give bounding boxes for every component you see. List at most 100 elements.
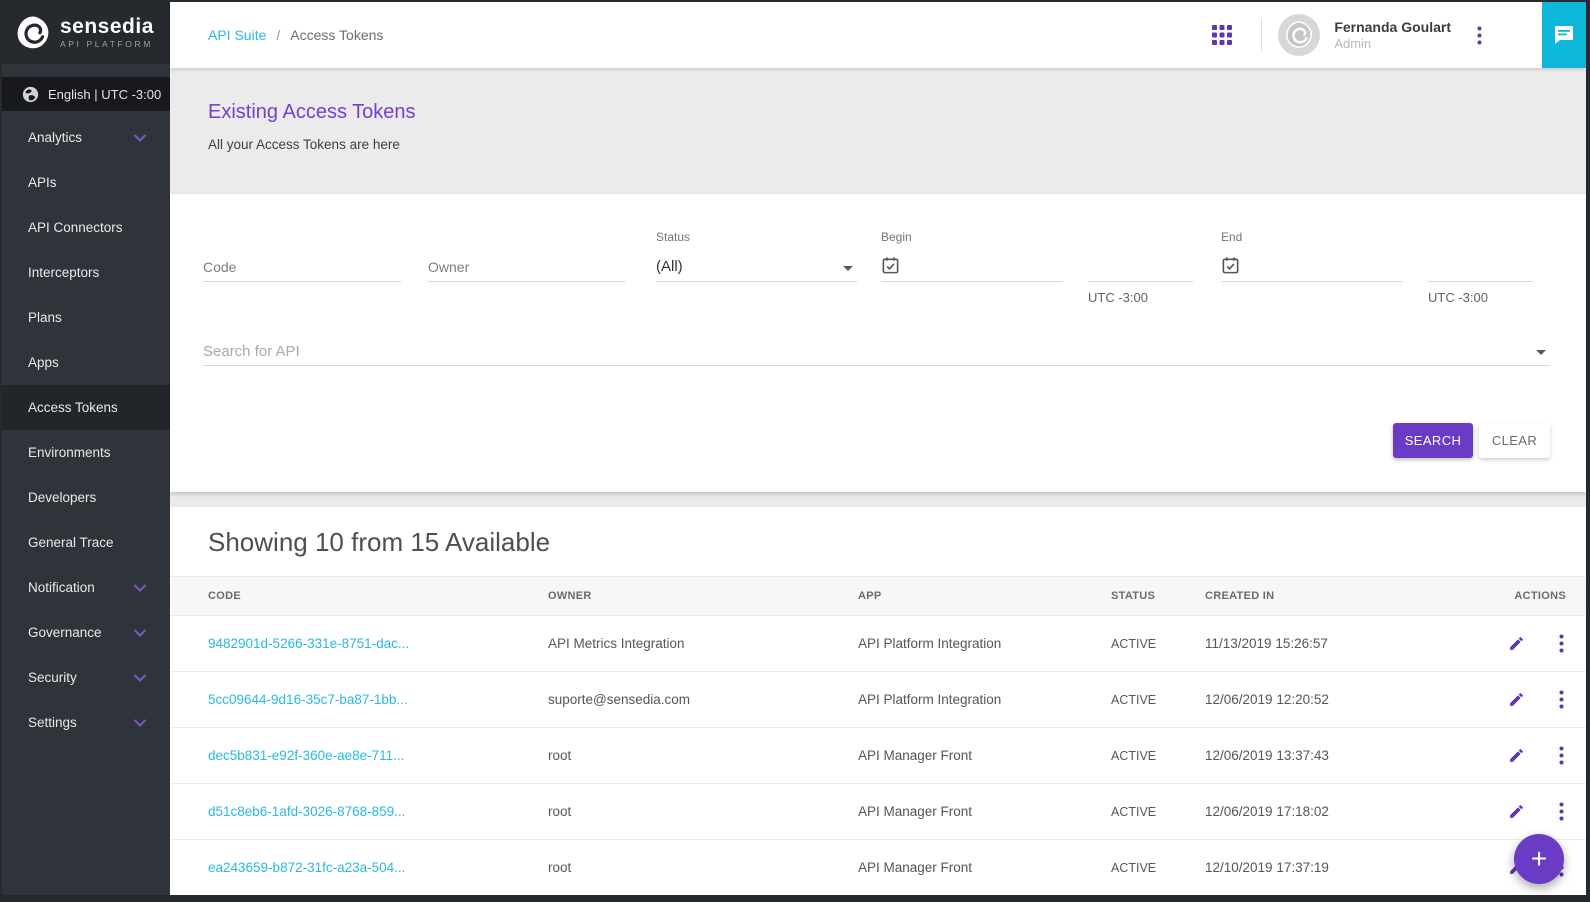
sidebar-item-api-connectors[interactable]: API Connectors	[2, 205, 170, 250]
token-status: ACTIVE	[1111, 861, 1205, 875]
sidebar-item-label: Plans	[28, 310, 62, 325]
row-menu-button[interactable]	[1557, 744, 1566, 767]
token-app: API Manager Front	[858, 804, 1111, 819]
begin-datepicker-button[interactable]	[881, 256, 900, 275]
edit-token-button[interactable]	[1506, 689, 1527, 710]
results-section: Showing 10 from 15 Available CODE OWNER …	[170, 507, 1586, 895]
kebab-menu-icon	[1559, 802, 1564, 821]
table-row: dec5b831-e92f-360e-ae8e-711... root API …	[170, 728, 1586, 784]
avatar[interactable]	[1278, 14, 1320, 56]
avatar-logo-glyph	[1284, 20, 1314, 50]
sidebar-item-label: Security	[28, 670, 77, 685]
token-code-link[interactable]: ea243659-b872-31fc-a23a-504...	[208, 860, 548, 875]
begin-time-input[interactable]	[1088, 259, 1193, 275]
sidebar-item-label: Analytics	[28, 130, 82, 145]
table-row: 9482901d-5266-331e-8751-dac... API Metri…	[170, 616, 1586, 672]
kebab-menu-icon	[1477, 26, 1482, 45]
brand-name: sensedia	[60, 17, 154, 37]
token-code-link[interactable]: 9482901d-5266-331e-8751-dac...	[208, 636, 548, 651]
end-datepicker-button[interactable]	[1221, 256, 1240, 275]
sidebar-item-label: Access Tokens	[28, 400, 118, 415]
sidebar-item-general-trace[interactable]: General Trace	[2, 520, 170, 565]
token-created: 11/13/2019 15:26:57	[1205, 636, 1485, 651]
support-chat-button[interactable]	[1542, 2, 1586, 68]
apps-grid-button[interactable]	[1211, 24, 1233, 46]
status-select[interactable]: (All)	[656, 250, 857, 282]
code-input[interactable]	[203, 259, 401, 275]
sidebar-item-interceptors[interactable]: Interceptors	[2, 250, 170, 295]
breadcrumb-current: Access Tokens	[290, 27, 383, 43]
topbar: API Suite / Access Tokens	[170, 2, 1586, 68]
sidebar-item-analytics[interactable]: Analytics	[2, 115, 170, 160]
results-summary: Showing 10 from 15 Available	[170, 507, 1586, 576]
sidebar-item-apis[interactable]: APIs	[2, 160, 170, 205]
breadcrumb-separator: /	[276, 27, 280, 43]
end-time-field: UTC -3:00	[1428, 230, 1533, 305]
sidebar-item-notification[interactable]: Notification	[2, 565, 170, 610]
sidebar-item-developers[interactable]: Developers	[2, 475, 170, 520]
page-head: Existing Access Tokens All your Access T…	[170, 68, 1586, 194]
search-button[interactable]: SEARCH	[1393, 423, 1473, 458]
end-date-input[interactable]	[1248, 259, 1403, 275]
api-search-input[interactable]	[203, 343, 1550, 359]
sidebar-item-access-tokens[interactable]: Access Tokens	[2, 385, 170, 430]
token-status: ACTIVE	[1111, 805, 1205, 819]
sidebar-item-governance[interactable]: Governance	[2, 610, 170, 655]
sidebar-item-security[interactable]: Security	[2, 655, 170, 700]
edit-token-button[interactable]	[1506, 745, 1527, 766]
token-created: 12/06/2019 17:18:02	[1205, 804, 1485, 819]
chevron-down-icon	[134, 719, 146, 727]
table-row: 5cc09644-9d16-35c7-ba87-1bb... suporte@s…	[170, 672, 1586, 728]
kebab-menu-icon	[1559, 690, 1564, 709]
breadcrumb-api-suite[interactable]: API Suite	[208, 27, 266, 43]
sidebar-item-plans[interactable]: Plans	[2, 295, 170, 340]
pencil-icon	[1508, 803, 1525, 820]
table-body: 9482901d-5266-331e-8751-dac... API Metri…	[170, 616, 1586, 895]
sidebar-item-label: Governance	[28, 625, 102, 640]
sidebar-item-label: Notification	[28, 580, 95, 595]
row-menu-button[interactable]	[1557, 632, 1566, 655]
dropdown-arrow-icon	[843, 266, 853, 271]
topbar-divider	[1261, 18, 1262, 52]
token-owner: root	[548, 748, 858, 763]
token-code-link[interactable]: d51c8eb6-1afd-3026-8768-859...	[208, 804, 548, 819]
edit-token-button[interactable]	[1506, 633, 1527, 654]
row-menu-button[interactable]	[1557, 800, 1566, 823]
begin-date-input[interactable]	[908, 259, 1063, 275]
add-token-button[interactable]: +	[1514, 834, 1564, 884]
page-subtitle: All your Access Tokens are here	[208, 137, 1586, 152]
end-time-input[interactable]	[1428, 259, 1533, 275]
main-area: API Suite / Access Tokens	[170, 2, 1586, 895]
brand-logo[interactable]: sensedia API PLATFORM	[2, 2, 170, 64]
chevron-down-icon	[134, 629, 146, 637]
sidebar-item-apps[interactable]: Apps	[2, 340, 170, 385]
locale-selector[interactable]: English | UTC -3:00	[2, 77, 170, 111]
sensedia-logo-icon	[14, 14, 52, 52]
user-block[interactable]: Fernanda Goulart Admin	[1334, 19, 1451, 51]
table-row: d51c8eb6-1afd-3026-8768-859... root API …	[170, 784, 1586, 840]
row-menu-button[interactable]	[1557, 688, 1566, 711]
pencil-icon	[1508, 747, 1525, 764]
begin-label: Begin	[881, 230, 1063, 250]
column-header-actions: ACTIONS	[1485, 590, 1566, 602]
column-header-status: STATUS	[1111, 590, 1205, 602]
token-code-link[interactable]: dec5b831-e92f-360e-ae8e-711...	[208, 748, 548, 763]
sidebar-item-environments[interactable]: Environments	[2, 430, 170, 475]
chat-icon	[1552, 23, 1576, 47]
begin-utc-caption: UTC -3:00	[1088, 290, 1193, 305]
owner-field	[428, 230, 626, 282]
owner-input[interactable]	[428, 259, 626, 275]
end-label: End	[1221, 230, 1403, 250]
clear-button[interactable]: CLEAR	[1479, 423, 1550, 458]
edit-token-button[interactable]	[1506, 801, 1527, 822]
calendar-check-icon	[881, 256, 900, 275]
sidebar-item-settings[interactable]: Settings	[2, 700, 170, 745]
token-status: ACTIVE	[1111, 749, 1205, 763]
brand-tagline: API PLATFORM	[60, 39, 154, 49]
token-created: 12/06/2019 13:37:43	[1205, 748, 1485, 763]
token-app: API Platform Integration	[858, 692, 1111, 707]
user-menu-button[interactable]	[1477, 26, 1482, 45]
token-code-link[interactable]: 5cc09644-9d16-35c7-ba87-1bb...	[208, 692, 548, 707]
end-utc-caption: UTC -3:00	[1428, 290, 1533, 305]
token-created: 12/06/2019 12:20:52	[1205, 692, 1485, 707]
